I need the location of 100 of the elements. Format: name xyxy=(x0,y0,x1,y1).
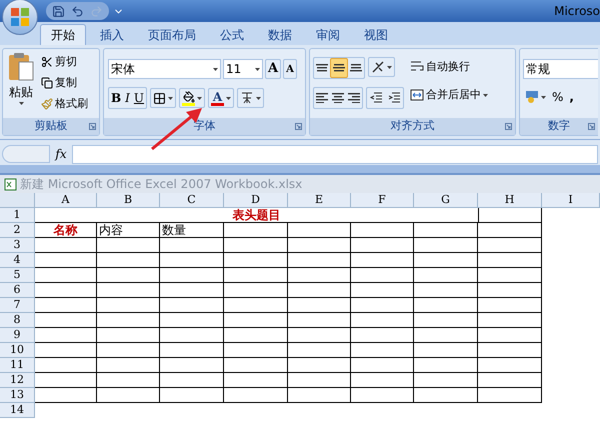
table-cell xyxy=(414,358,478,373)
row-header[interactable]: 3 xyxy=(0,238,35,253)
underline-button[interactable]: U xyxy=(132,88,146,108)
table-cell xyxy=(97,388,160,403)
launcher-icon[interactable] xyxy=(505,123,512,130)
table-cell xyxy=(414,298,478,313)
table-cell xyxy=(414,328,478,343)
office-button[interactable] xyxy=(2,0,38,35)
table-cell xyxy=(478,238,542,253)
align-bottom-icon xyxy=(350,64,362,72)
table-cell xyxy=(288,268,351,283)
align-middle-icon xyxy=(333,64,345,72)
ribbon-tab[interactable]: 公式 xyxy=(210,24,254,45)
launcher-icon[interactable] xyxy=(295,123,302,130)
align-top-icon xyxy=(316,64,328,72)
font-name-field[interactable]: 宋体 xyxy=(108,59,221,79)
table-cell xyxy=(478,283,542,298)
table-cell xyxy=(351,358,414,373)
table-cell xyxy=(160,373,224,388)
merged-title-cell: 表头题目 xyxy=(35,208,478,223)
group-label: 剪贴板 xyxy=(34,118,68,134)
ribbon-tab[interactable]: 页面布局 xyxy=(138,24,206,45)
row-header[interactable]: 12 xyxy=(0,373,35,388)
column-header[interactable]: E xyxy=(288,193,351,207)
column-header[interactable]: C xyxy=(160,193,224,207)
launcher-icon[interactable] xyxy=(588,123,595,130)
table-cell xyxy=(224,223,288,238)
table-cell xyxy=(351,373,414,388)
table-cell xyxy=(97,283,160,298)
font-size-field[interactable]: 11 xyxy=(223,59,263,79)
column-header[interactable]: A xyxy=(35,193,97,207)
annotation-arrow xyxy=(150,106,204,151)
bold-button[interactable]: B xyxy=(109,88,124,108)
table-cell xyxy=(35,343,97,358)
vertical-align-button[interactable] xyxy=(330,58,348,78)
borders-icon xyxy=(153,92,166,104)
font-color-button[interactable]: A xyxy=(208,88,234,108)
table-cell xyxy=(351,268,414,283)
caret-icon xyxy=(541,96,546,98)
row-header[interactable]: 1 xyxy=(0,208,35,223)
table-cell xyxy=(478,313,542,328)
row-header[interactable]: 6 xyxy=(0,283,35,298)
fill-color-button[interactable] xyxy=(179,88,206,108)
formula-input[interactable] xyxy=(72,144,598,164)
column-header[interactable]: I xyxy=(542,193,600,207)
number-format-field[interactable]: 常规 xyxy=(523,59,598,79)
row-header[interactable]: 7 xyxy=(0,298,35,313)
save-icon[interactable] xyxy=(52,4,65,18)
caret-icon xyxy=(256,96,262,100)
table-cell xyxy=(160,313,224,328)
group-label: 对齐方式 xyxy=(390,118,434,134)
table-cell xyxy=(35,313,97,328)
paste-button[interactable]: 粘贴 xyxy=(3,52,39,118)
percent-button[interactable]: % xyxy=(550,87,566,107)
insert-function-label[interactable]: fx xyxy=(50,145,72,163)
row-header[interactable]: 8 xyxy=(0,313,35,328)
copy-button[interactable]: 复制 xyxy=(39,73,90,93)
phonetic-button[interactable] xyxy=(237,88,264,108)
cut-button[interactable]: 剪切 xyxy=(39,52,90,72)
column-header[interactable]: F xyxy=(351,193,414,207)
row-header[interactable]: 10 xyxy=(0,343,35,358)
borders-button[interactable] xyxy=(150,88,176,108)
row-header[interactable]: 4 xyxy=(0,253,35,268)
row-header[interactable]: 2 xyxy=(0,223,35,238)
comma-button[interactable]: , xyxy=(567,87,576,107)
shrink-font-button[interactable]: A xyxy=(283,59,297,79)
undo-icon[interactable] xyxy=(71,4,84,18)
orientation-button[interactable] xyxy=(368,57,395,77)
table-cell xyxy=(288,238,351,253)
column-header[interactable]: B xyxy=(97,193,160,207)
caret-icon xyxy=(18,102,24,105)
wrap-text-button[interactable]: 自动换行 xyxy=(408,57,490,77)
table-cell xyxy=(288,253,351,268)
row-header[interactable]: 14 xyxy=(0,403,35,418)
ribbon-tab[interactable]: 开始 xyxy=(40,24,86,45)
ribbon-tab[interactable]: 插入 xyxy=(90,24,134,45)
table-cell xyxy=(160,343,224,358)
currency-icon xyxy=(525,90,539,104)
table-cell xyxy=(478,343,542,358)
row-header[interactable]: 13 xyxy=(0,388,35,403)
ribbon-tab[interactable]: 审阅 xyxy=(306,24,350,45)
table-cell xyxy=(160,388,224,403)
column-header[interactable]: H xyxy=(478,193,542,207)
column-header[interactable]: D xyxy=(224,193,288,207)
table-cell xyxy=(35,253,97,268)
merge-center-button[interactable]: 合并后居中 xyxy=(408,85,490,105)
column-header[interactable]: G xyxy=(414,193,478,207)
row-header[interactable]: 5 xyxy=(0,268,35,283)
row-header[interactable]: 9 xyxy=(0,328,35,343)
launcher-icon[interactable] xyxy=(89,123,96,130)
grow-font-button[interactable]: A xyxy=(265,59,282,79)
ribbon-tab[interactable]: 数据 xyxy=(258,24,302,45)
table-cell: 名称 xyxy=(35,223,97,238)
ribbon-tab[interactable]: 视图 xyxy=(354,24,398,45)
format-painter-button[interactable]: 格式刷 xyxy=(39,94,90,114)
italic-button[interactable]: I xyxy=(123,88,132,108)
table-cell xyxy=(288,223,351,238)
orientation-icon xyxy=(371,60,385,74)
row-header[interactable]: 11 xyxy=(0,358,35,373)
table-cell xyxy=(160,298,224,313)
